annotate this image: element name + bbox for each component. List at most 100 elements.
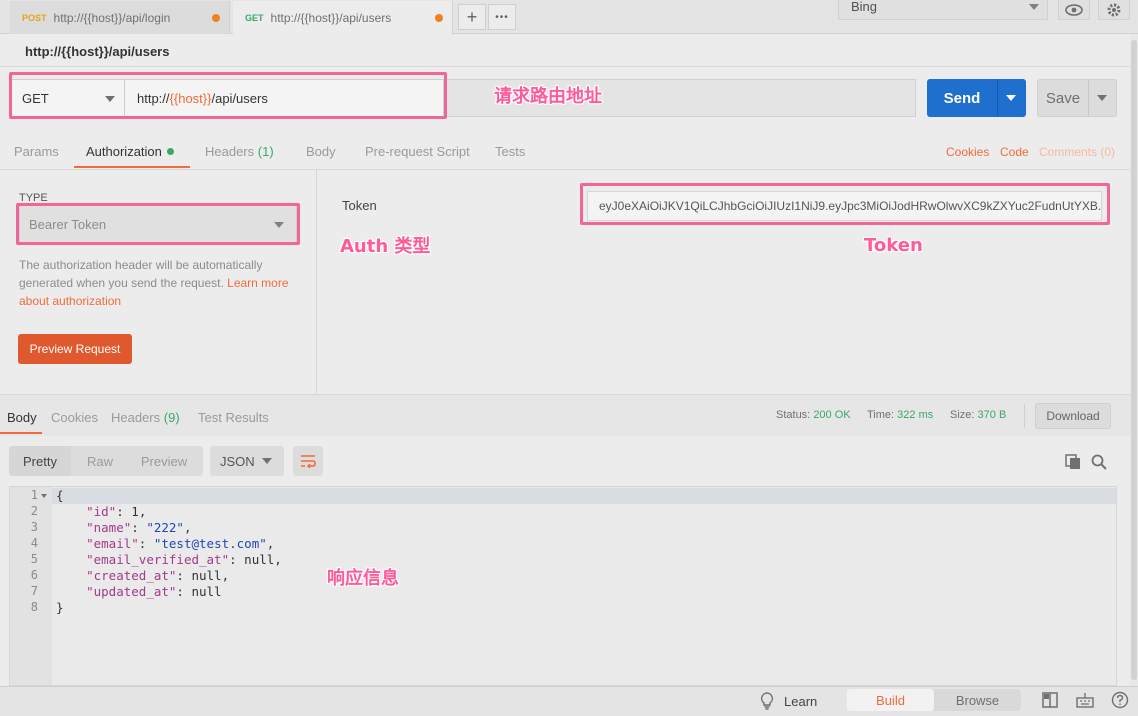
current-line-highlight xyxy=(52,488,1116,504)
divider xyxy=(0,169,1130,170)
json-value: 1 xyxy=(131,504,139,519)
token-highlight-box xyxy=(580,183,1110,225)
divider xyxy=(1024,404,1025,428)
tab-pre-request-script[interactable]: Pre-request Script xyxy=(365,144,470,159)
format-type-value: JSON xyxy=(220,453,255,469)
url-highlight-box xyxy=(9,72,447,119)
tab-params[interactable]: Params xyxy=(14,144,59,159)
line-number: 2 xyxy=(30,504,38,518)
send-options-chevron-icon[interactable] xyxy=(1006,95,1016,101)
code-line: { xyxy=(56,488,64,503)
help-button[interactable] xyxy=(1110,690,1130,710)
response-tab-cookies[interactable]: Cookies xyxy=(51,410,98,425)
code-line: "id": 1, xyxy=(86,504,147,519)
divider xyxy=(997,79,998,117)
size-label: Size: xyxy=(950,409,975,421)
code-line: "updated_at": null xyxy=(86,584,222,599)
copy-response-button[interactable] xyxy=(1064,453,1082,471)
wrap-lines-button[interactable] xyxy=(293,446,323,476)
tab-authorization-label: Authorization xyxy=(86,144,162,159)
json-value: null xyxy=(244,552,275,567)
json-sep: , xyxy=(183,520,192,535)
lightbulb-icon xyxy=(760,692,774,710)
code-link[interactable]: Code xyxy=(1000,145,1029,159)
build-mode-button[interactable]: Build xyxy=(847,689,934,711)
layout-icon xyxy=(1042,692,1058,708)
annotation-token: Token xyxy=(864,235,923,256)
search-icon xyxy=(1091,454,1107,470)
send-button[interactable]: Send xyxy=(927,79,1026,117)
save-button[interactable]: Save xyxy=(1037,79,1117,117)
request-tab-users[interactable]: GET http://{{host}}/api/users xyxy=(233,1,453,35)
annotation-auth-type: Auth 类型 xyxy=(340,236,431,257)
auth-description-text: The authorization header will be automat… xyxy=(19,258,263,290)
search-response-button[interactable] xyxy=(1090,453,1108,471)
code-line: } xyxy=(56,600,64,615)
size-value: 370 B xyxy=(977,409,1007,421)
response-body-editor[interactable]: 1 2 3 4 5 6 7 8 { "id": 1, "name": "222"… xyxy=(9,486,1117,686)
comments-link[interactable]: Comments (0) xyxy=(1039,145,1115,159)
tab-authorization[interactable]: Authorization xyxy=(86,144,174,159)
response-tab-test-results[interactable]: Test Results xyxy=(198,410,269,425)
json-key: "name" xyxy=(86,520,132,535)
keyboard-shortcuts-button[interactable] xyxy=(1075,690,1095,710)
format-raw[interactable]: Raw xyxy=(77,446,123,476)
status-info: Status: 200 OK xyxy=(776,409,851,421)
line-number: 6 xyxy=(30,568,38,582)
tab-headers[interactable]: Headers (1) xyxy=(205,144,274,159)
time-label: Time: xyxy=(867,409,895,421)
json-key: "email_verified_at" xyxy=(86,552,230,567)
token-label: Token xyxy=(342,198,377,213)
active-dot-icon xyxy=(166,148,174,155)
line-number: 1 xyxy=(30,488,38,502)
code-line: "created_at": null, xyxy=(86,568,230,583)
line-number: 7 xyxy=(30,584,38,598)
tab-url: http://{{host}}/api/users xyxy=(270,11,392,25)
learn-label: Learn xyxy=(784,693,818,709)
scrollbar-thumb[interactable] xyxy=(1131,40,1137,680)
format-type-select[interactable]: JSON xyxy=(210,446,284,476)
browse-mode-button[interactable]: Browse xyxy=(934,689,1021,711)
environment-select[interactable]: Bing xyxy=(838,0,1048,20)
send-label: Send xyxy=(943,89,981,107)
cookies-link[interactable]: Cookies xyxy=(946,145,989,159)
tab-body[interactable]: Body xyxy=(306,144,336,159)
tab-method: POST xyxy=(22,12,47,23)
download-button[interactable]: Download xyxy=(1035,403,1111,429)
preview-request-button[interactable]: Preview Request xyxy=(18,334,132,364)
save-options-chevron-icon[interactable] xyxy=(1097,95,1107,101)
response-tab-headers[interactable]: Headers (9) xyxy=(111,410,180,425)
copy-icon xyxy=(1065,454,1080,469)
response-tab-body[interactable]: Body xyxy=(7,410,37,425)
time-value: 322 ms xyxy=(897,409,934,421)
chevron-down-icon xyxy=(262,458,272,464)
learn-button[interactable]: Learn xyxy=(760,692,817,710)
code-line: "email": "test@test.com", xyxy=(86,536,275,551)
unsaved-dot-icon xyxy=(435,14,443,22)
environment-quick-look-button[interactable] xyxy=(1058,0,1090,20)
new-tab-button[interactable]: + xyxy=(458,4,486,30)
save-label: Save xyxy=(1045,89,1081,107)
format-pretty[interactable]: Pretty xyxy=(9,446,71,476)
request-tab-login[interactable]: POST http://{{host}}/api/login xyxy=(10,1,230,34)
tab-method: GET xyxy=(245,13,264,23)
active-tab-indicator xyxy=(0,432,42,434)
format-preview[interactable]: Preview xyxy=(131,446,197,476)
tab-tests[interactable]: Tests xyxy=(495,144,525,159)
help-icon xyxy=(1111,691,1129,709)
response-tab-headers-label: Headers xyxy=(111,410,161,425)
auth-description: The authorization header will be automat… xyxy=(19,256,294,310)
plus-icon: + xyxy=(466,6,478,27)
fold-icon[interactable] xyxy=(41,494,47,498)
line-number: 3 xyxy=(30,520,38,534)
code-line: "email_verified_at": null, xyxy=(86,552,282,567)
keyboard-icon xyxy=(1076,693,1094,708)
tab-menu-button[interactable]: ••• xyxy=(488,4,516,30)
size-info: Size: 370 B xyxy=(950,409,1006,421)
annotation-route: 请求路由地址 xyxy=(494,86,602,107)
environment-value: Bing xyxy=(851,0,878,14)
two-pane-view-button[interactable] xyxy=(1040,690,1060,710)
settings-button[interactable] xyxy=(1098,0,1130,20)
time-info: Time: 322 ms xyxy=(867,409,933,421)
page-title: http://{{host}}/api/users xyxy=(25,44,170,59)
